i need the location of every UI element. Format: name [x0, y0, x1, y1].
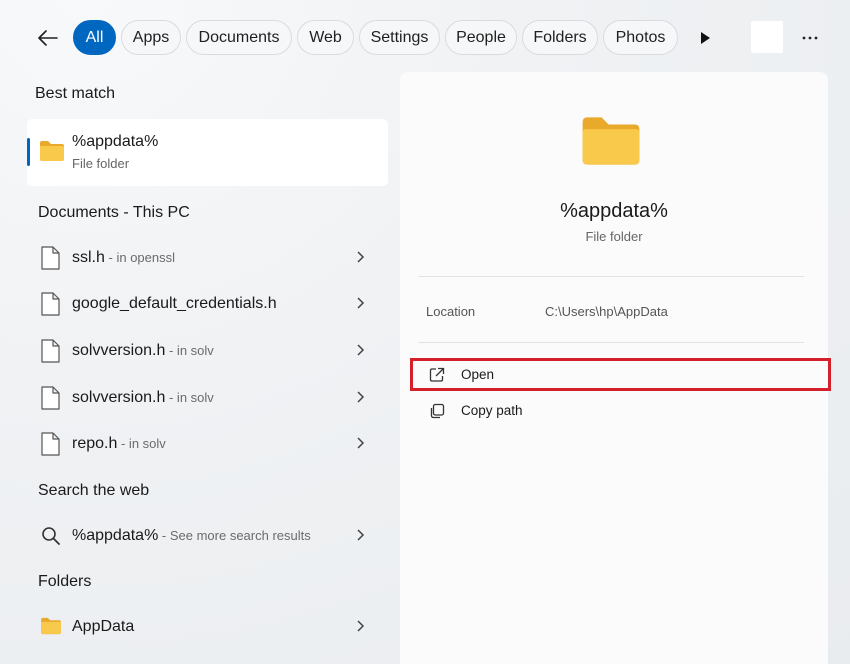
chevron-right-icon — [357, 251, 365, 263]
chip-settings[interactable]: Settings — [359, 20, 440, 55]
chip-documents[interactable]: Documents — [186, 20, 292, 55]
file-icon — [41, 432, 60, 456]
play-icon — [701, 32, 710, 44]
preview-pane: %appdata% File folder Location C:\Users\… — [400, 72, 828, 664]
best-match-item[interactable]: %appdata% File folder — [27, 119, 388, 186]
best-match-subtitle: File folder — [72, 156, 130, 171]
chevron-right-icon — [357, 297, 365, 309]
folder-name: AppData — [72, 618, 135, 635]
preview-title: %appdata% — [560, 200, 668, 222]
file-name: google_default_credentials.h — [72, 295, 277, 312]
web-search-item[interactable]: %appdata% - See more search results — [27, 514, 388, 558]
folders-heading: Folders — [38, 573, 92, 590]
open-external-icon — [429, 367, 445, 382]
best-match-title: %appdata% — [72, 133, 159, 150]
copy-path-action[interactable]: Copy path — [418, 395, 818, 427]
copy-path-label: Copy path — [461, 403, 523, 418]
search-icon — [42, 527, 60, 545]
chip-people[interactable]: People — [445, 20, 517, 55]
chevron-right-icon — [357, 437, 365, 449]
file-icon — [41, 386, 60, 410]
copy-icon — [430, 403, 445, 419]
open-action[interactable]: Open — [418, 359, 818, 391]
open-label: Open — [461, 367, 495, 382]
list-item[interactable]: AppData — [27, 605, 388, 649]
divider — [418, 342, 804, 343]
chevron-right-icon — [357, 529, 365, 541]
filter-bar: All Apps Documents Web Settings People F… — [0, 0, 850, 70]
account-avatar[interactable] — [751, 21, 783, 53]
list-item[interactable]: solvversion.h - in solv — [27, 376, 388, 420]
file-name: ssl.h — [72, 249, 105, 266]
preview-subtitle: File folder — [585, 229, 643, 244]
file-location: - in solv — [117, 436, 166, 451]
chip-photos[interactable]: Photos — [603, 20, 678, 55]
list-item[interactable]: solvversion.h - in solv — [27, 329, 388, 373]
large-folder-icon — [582, 117, 640, 165]
folder-icon — [41, 617, 61, 635]
more-options-button[interactable] — [794, 22, 826, 54]
chip-apps[interactable]: Apps — [121, 20, 181, 55]
web-query: %appdata% — [72, 527, 159, 544]
location-value: C:\Users\hp\AppData — [545, 304, 668, 319]
folder-icon — [40, 141, 64, 161]
list-item[interactable]: repo.h - in solv — [27, 422, 388, 466]
divider — [418, 276, 804, 277]
chip-all[interactable]: All — [73, 20, 116, 55]
file-name: repo.h — [72, 435, 118, 452]
file-icon — [41, 246, 60, 270]
file-name: solvversion.h — [72, 342, 166, 359]
file-icon — [41, 339, 60, 363]
chevron-right-icon — [357, 391, 365, 403]
selection-indicator — [27, 138, 30, 166]
more-filters-button[interactable] — [693, 26, 717, 50]
list-item[interactable]: ssl.h - in openssl — [27, 236, 388, 280]
chip-web[interactable]: Web — [297, 20, 354, 55]
web-heading: Search the web — [38, 482, 150, 499]
web-hint: - See more search results — [158, 528, 311, 543]
documents-heading: Documents - This PC — [38, 204, 190, 221]
location-label: Location — [426, 304, 476, 319]
chevron-right-icon — [357, 620, 365, 632]
file-location: - in solv — [165, 390, 214, 405]
best-match-heading: Best match — [35, 85, 116, 102]
file-icon — [41, 292, 60, 316]
file-name: solvversion.h — [72, 389, 166, 406]
ellipsis-icon — [802, 36, 818, 40]
back-arrow-icon — [38, 30, 58, 46]
chip-folders[interactable]: Folders — [522, 20, 598, 55]
list-item[interactable]: google_default_credentials.h — [27, 282, 388, 326]
chevron-right-icon — [357, 344, 365, 356]
file-location: - in solv — [165, 343, 214, 358]
back-button[interactable] — [32, 22, 64, 54]
file-location: - in openssl — [104, 250, 175, 265]
